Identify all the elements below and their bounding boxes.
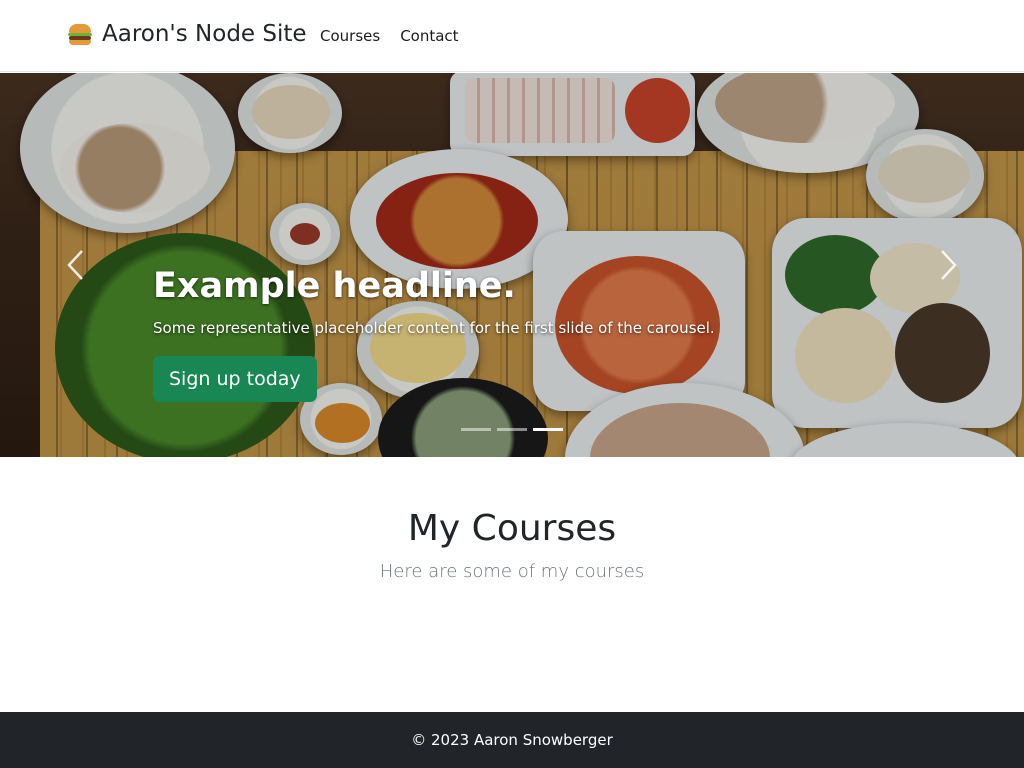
chevron-left-icon: [67, 250, 83, 280]
footer-copyright: © 2023 Aaron Snowberger: [411, 731, 613, 749]
brand-text: Aaron's Node Site: [102, 21, 307, 47]
brand-link[interactable]: Aaron's Node Site: [68, 19, 307, 49]
courses-title: My Courses: [407, 508, 617, 549]
hero-carousel: Example headline. Some representative pl…: [0, 73, 1024, 457]
carousel-caption: Example headline. Some representative pl…: [153, 266, 753, 402]
carousel-prev-button[interactable]: [64, 247, 88, 283]
hamburger-icon: [68, 22, 92, 46]
chevron-right-icon: [941, 250, 957, 280]
carousel-indicator-3[interactable]: [533, 428, 563, 431]
carousel-indicators: [461, 428, 563, 431]
nav-link-contact[interactable]: Contact: [400, 26, 458, 46]
sign-up-button[interactable]: Sign up today: [153, 356, 317, 402]
courses-subtitle: Here are some of my courses: [379, 561, 645, 582]
footer: © 2023 Aaron Snowberger: [0, 712, 1024, 768]
carousel-indicator-1[interactable]: [461, 428, 491, 431]
nav-link-courses[interactable]: Courses: [320, 26, 380, 46]
carousel-next-button[interactable]: [936, 247, 960, 283]
carousel-subtext: Some representative placeholder content …: [153, 319, 715, 337]
courses-section: My Courses Here are some of my courses: [0, 500, 1024, 584]
carousel-indicator-2[interactable]: [497, 428, 527, 431]
navbar: Aaron's Node Site Courses Contact: [0, 0, 1024, 72]
carousel-headline: Example headline.: [153, 266, 516, 306]
nav-links: Courses Contact: [320, 26, 459, 46]
